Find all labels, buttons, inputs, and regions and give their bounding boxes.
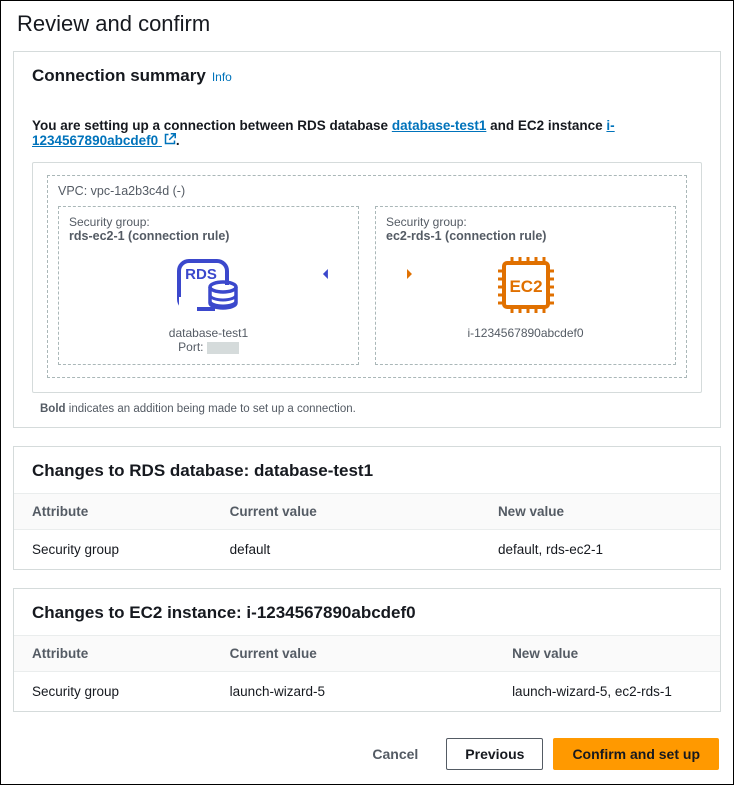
ec2-resource-name: i-1234567890abcdef0: [467, 326, 583, 340]
info-link[interactable]: Info: [212, 70, 232, 84]
col-current: Current value: [212, 494, 480, 530]
external-link-icon: [164, 133, 176, 148]
ec2-changes-heading: Changes to EC2 instance: i-1234567890abc…: [14, 589, 720, 635]
col-attribute: Attribute: [14, 494, 212, 530]
sentence-mid: and EC2 instance: [486, 118, 606, 133]
cell-current: launch-wizard-5: [212, 672, 494, 712]
rds-database-link[interactable]: database-test1: [392, 118, 487, 133]
rds-changes-heading: Changes to RDS database: database-test1: [14, 447, 720, 493]
connection-summary-heading: Connection summary: [32, 66, 206, 86]
ec2-icon: EC2: [490, 255, 562, 320]
rds-sg-label: Security group:: [69, 215, 150, 229]
cell-attribute: Security group: [14, 672, 212, 712]
vpc-diagram: VPC: vpc-1a2b3c4d (-) Security group: rd…: [32, 162, 702, 393]
rds-icon: RDS: [173, 255, 245, 320]
svg-text:RDS: RDS: [185, 266, 217, 283]
table-row: Security group default default, rds-ec2-…: [14, 530, 720, 570]
ec2-security-group-box: Security group: ec2-rds-1 (connection ru…: [375, 206, 676, 365]
sentence-suffix: .: [176, 133, 180, 148]
cell-new: launch-wizard-5, ec2-rds-1: [494, 672, 720, 712]
table-row: Security group launch-wizard-5 launch-wi…: [14, 672, 720, 712]
rds-changes-table: Attribute Current value New value Securi…: [14, 493, 720, 569]
svg-text:EC2: EC2: [509, 277, 542, 296]
vpc-label: VPC: vpc-1a2b3c4d (-): [58, 184, 676, 198]
confirm-button[interactable]: Confirm and set up: [553, 738, 719, 770]
connection-sentence: You are setting up a connection between …: [32, 118, 702, 148]
rds-changes-panel: Changes to RDS database: database-test1 …: [13, 446, 721, 570]
cell-new: default, rds-ec2-1: [480, 530, 720, 570]
ec2-changes-table: Attribute Current value New value Securi…: [14, 635, 720, 711]
ec2-sg-label: Security group:: [386, 215, 467, 229]
rds-security-group-box: Security group: rds-ec2-1 (connection ru…: [58, 206, 359, 365]
cancel-button[interactable]: Cancel: [354, 739, 436, 769]
sentence-prefix: You are setting up a connection between …: [32, 118, 392, 133]
footer-actions: Cancel Previous Confirm and set up: [13, 730, 721, 772]
vpc-box: VPC: vpc-1a2b3c4d (-) Security group: rd…: [47, 175, 687, 378]
rds-port: Port:: [178, 340, 239, 354]
port-redacted: [207, 342, 239, 354]
cell-attribute: Security group: [14, 530, 212, 570]
cell-current: default: [212, 530, 480, 570]
rds-resource-name: database-test1: [169, 326, 248, 340]
col-new: New value: [494, 636, 720, 672]
page-title: Review and confirm: [13, 11, 721, 37]
rds-sg-name: rds-ec2-1 (connection rule): [69, 229, 229, 243]
ec2-sg-name: ec2-rds-1 (connection rule): [386, 229, 546, 243]
col-current: Current value: [212, 636, 494, 672]
connection-summary-panel: Connection summary Info You are setting …: [13, 51, 721, 428]
col-attribute: Attribute: [14, 636, 212, 672]
diagram-legend: Bold indicates an addition being made to…: [32, 403, 702, 415]
previous-button[interactable]: Previous: [446, 738, 543, 770]
col-new: New value: [480, 494, 720, 530]
ec2-changes-panel: Changes to EC2 instance: i-1234567890abc…: [13, 588, 721, 712]
